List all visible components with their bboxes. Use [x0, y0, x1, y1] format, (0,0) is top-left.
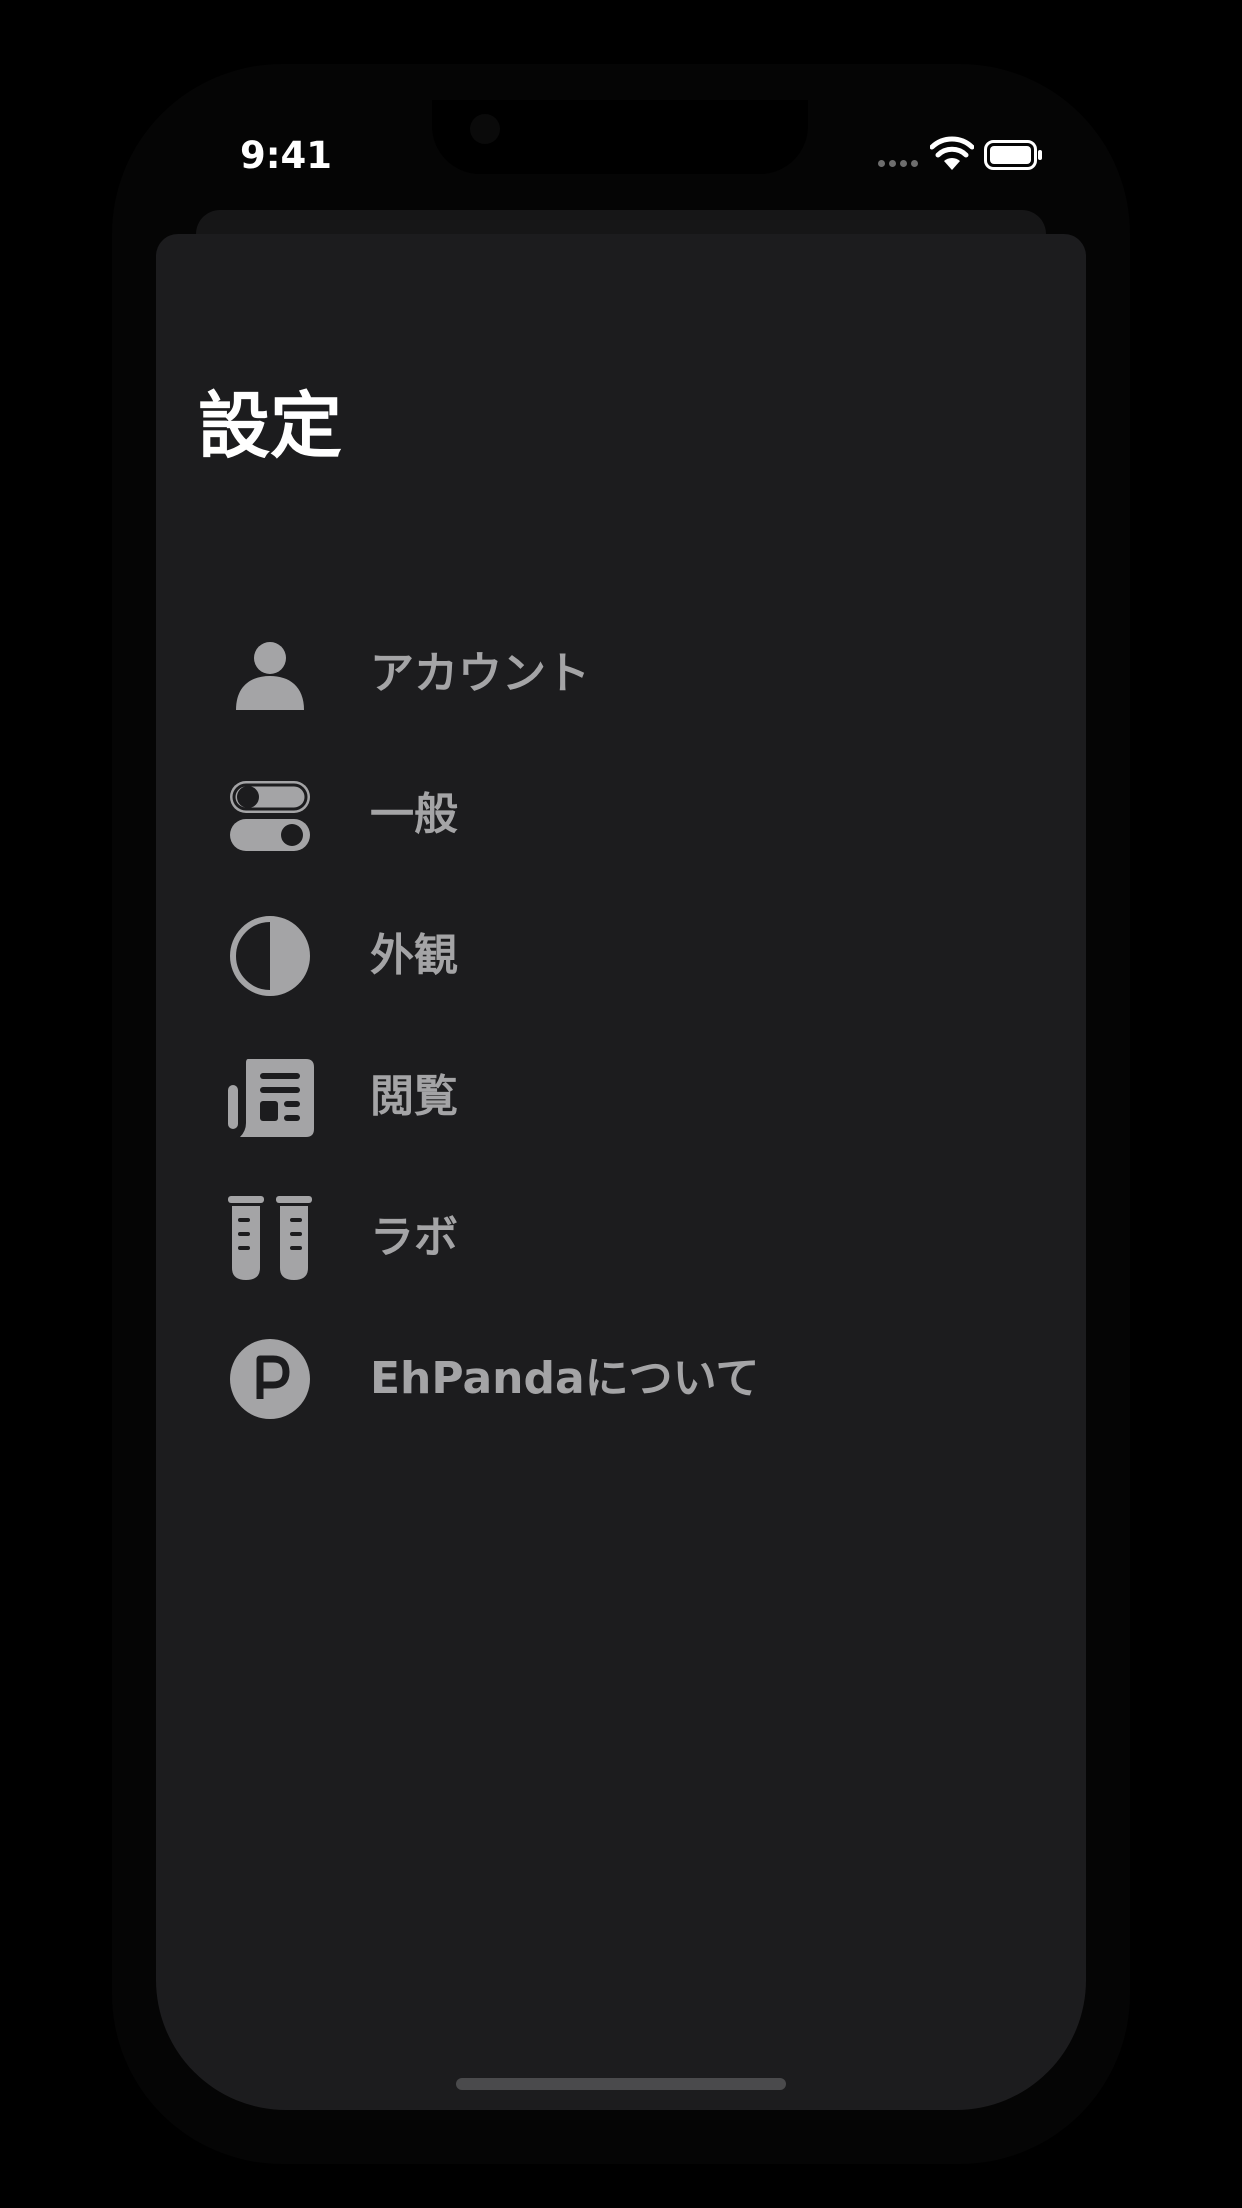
menu-item-about[interactable]: EhPandaについて	[156, 1309, 1086, 1450]
home-indicator[interactable]	[456, 2078, 786, 2090]
switches-icon	[226, 771, 314, 859]
menu-label-account: アカウント	[370, 648, 590, 699]
settings-menu: アカウント 一般 外観 閲覧 ラボ EhPandaについて	[156, 604, 1086, 1450]
page-title: 設定	[198, 384, 343, 468]
menu-label-appearance: 外観	[370, 930, 458, 981]
menu-label-lab: ラボ	[370, 1212, 458, 1263]
p-circle-icon	[226, 1335, 314, 1423]
wifi-icon	[929, 136, 975, 172]
status-time: 9:41	[240, 134, 333, 177]
cellular-signal-icon	[878, 160, 918, 168]
front-camera	[470, 114, 500, 144]
half-circle-icon	[226, 912, 314, 1000]
menu-item-lab[interactable]: ラボ	[156, 1168, 1086, 1309]
menu-item-account[interactable]: アカウント	[156, 604, 1086, 745]
menu-item-general[interactable]: 一般	[156, 745, 1086, 886]
menu-item-appearance[interactable]: 外観	[156, 886, 1086, 1027]
settings-sheet: 設定 アカウント 一般 外観 閲覧 ラボ EhPandaについて	[156, 234, 1086, 2110]
test-tubes-icon	[226, 1194, 314, 1282]
menu-label-about: EhPandaについて	[370, 1353, 760, 1404]
newspaper-icon	[226, 1053, 314, 1141]
menu-item-reading[interactable]: 閲覧	[156, 1027, 1086, 1168]
battery-icon	[984, 140, 1044, 170]
menu-label-general: 一般	[370, 789, 458, 840]
person-icon	[226, 630, 314, 718]
status-icons	[872, 134, 1052, 180]
menu-label-reading: 閲覧	[370, 1071, 458, 1122]
